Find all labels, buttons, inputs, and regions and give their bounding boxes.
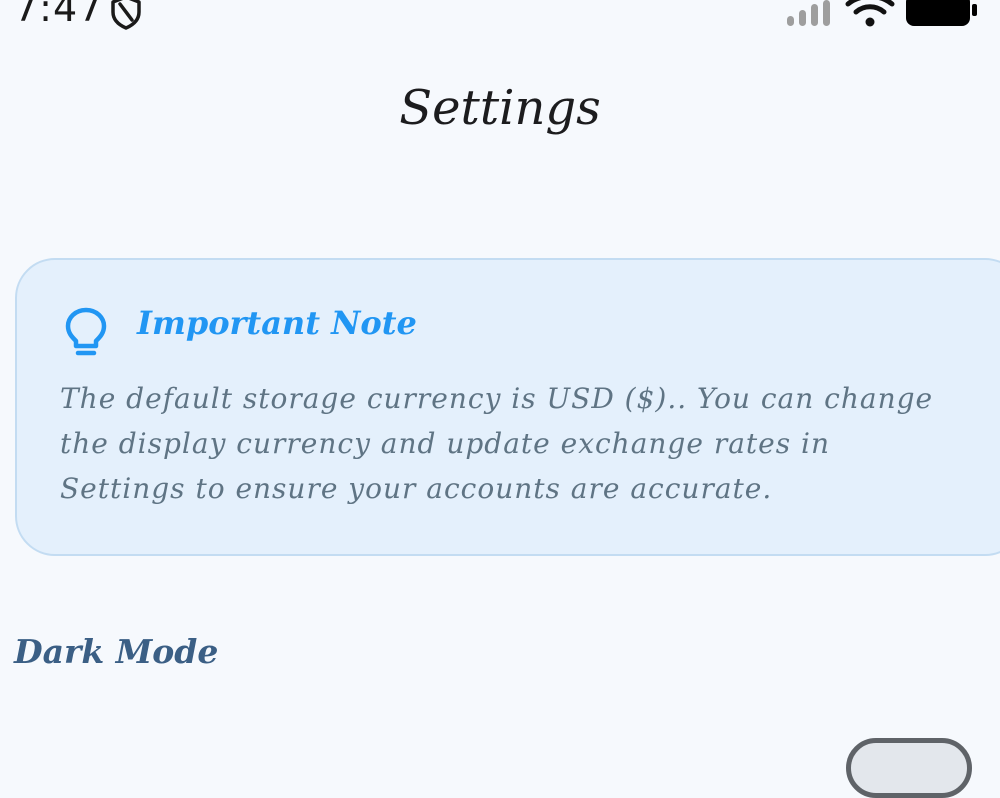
dark-mode-label: Dark Mode [14,632,219,671]
note-title: Important Note [137,304,417,342]
dark-mode-toggle[interactable] [846,738,972,798]
page-title: Settings [399,80,601,136]
cellular-signal-icon [787,0,830,26]
lightbulb-icon [65,307,107,356]
status-time: 7:47 [14,0,104,30]
battery-icon [906,0,977,26]
wifi-icon [845,0,895,27]
shield-icon [111,0,141,30]
note-body: The default storage currency is USD ($).… [60,382,934,505]
